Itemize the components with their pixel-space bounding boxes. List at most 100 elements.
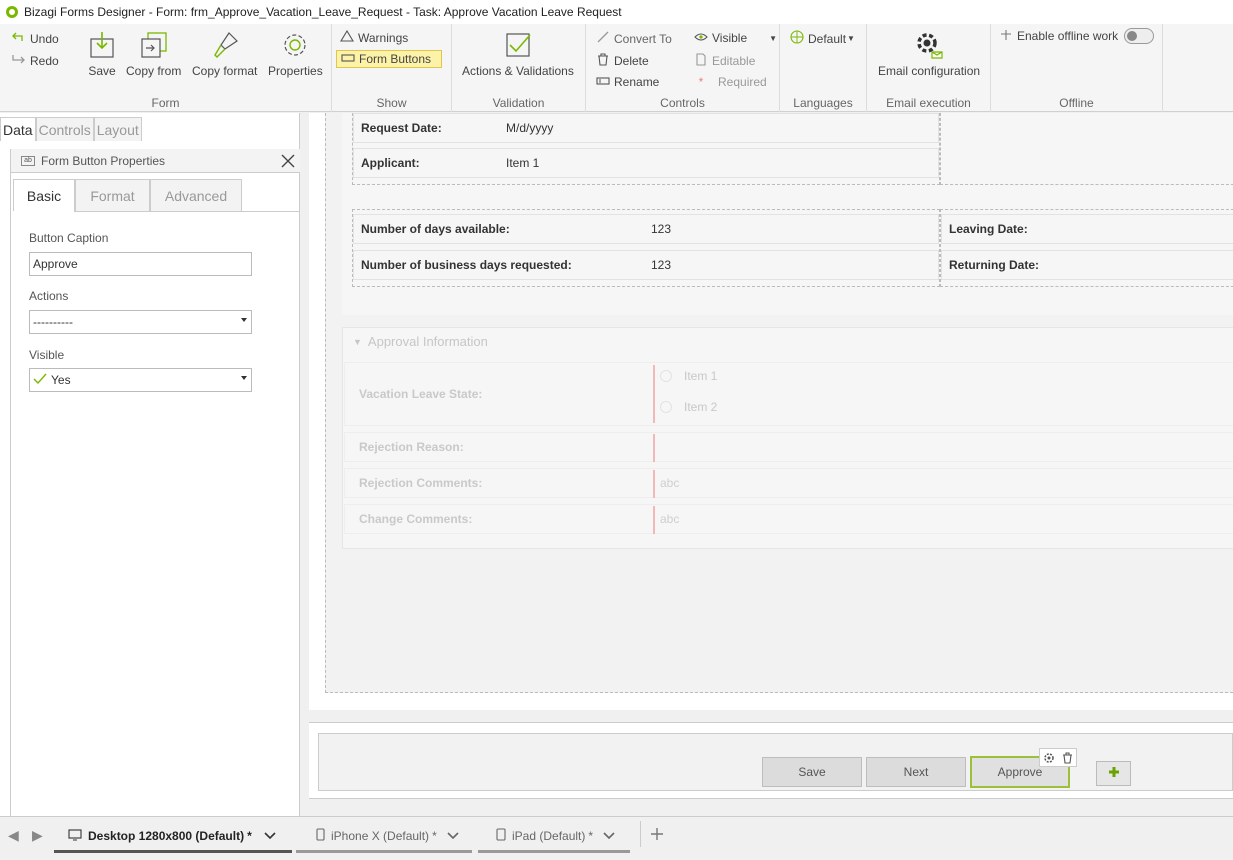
visible-label: Visible [29, 348, 65, 362]
checkmark-icon [33, 373, 47, 388]
warnings-button[interactable]: Warnings [340, 29, 408, 45]
approval-section-header[interactable]: ▼ Approval Information [353, 334, 488, 349]
leaving-date-row[interactable]: Leaving Date: [941, 214, 1233, 244]
tab-layout[interactable]: Layout [93, 117, 142, 141]
email-group: Email configuration Email execution [867, 24, 991, 112]
business-days-row[interactable]: Number of business days requested: 123 [353, 250, 939, 280]
chevron-down-icon: ▼ [769, 33, 778, 43]
next-form-button[interactable]: Next [866, 757, 966, 787]
change-comments-row[interactable]: Change Comments: abc [344, 504, 1233, 534]
tab-basic[interactable]: Basic [13, 179, 75, 211]
chevron-down-icon [447, 829, 459, 843]
language-dropdown[interactable]: Default ▼ [790, 30, 855, 47]
applicant-value: Item 1 [506, 156, 540, 170]
button-mini-toolbar [1039, 748, 1077, 767]
convert-to-button[interactable]: Convert To [596, 31, 672, 46]
rejection-comments-row[interactable]: Rejection Comments: abc [344, 468, 1233, 498]
window-title: Bizagi Forms Designer - Form: frm_Approv… [24, 5, 622, 19]
applicant-row[interactable]: Applicant: Item 1 [353, 148, 939, 178]
save-icon [87, 30, 117, 60]
visible-select[interactable]: Yes [29, 368, 252, 392]
warning-icon [340, 29, 354, 45]
editable-button[interactable]: Editable [694, 53, 755, 69]
form-buttons-icon [341, 52, 355, 66]
rename-icon [596, 75, 610, 89]
properties-header: ab Form Button Properties [11, 149, 300, 173]
chevron-right-icon[interactable]: ▶ [32, 827, 43, 844]
tab-ipad[interactable]: iPad (Default) * [478, 819, 630, 853]
tab-controls[interactable]: Controls [35, 117, 94, 141]
radio-item-2[interactable]: Item 2 [660, 400, 717, 414]
button-caption-input[interactable]: Approve [29, 252, 252, 276]
actions-validations-button[interactable]: Actions & Validations [462, 30, 574, 78]
panel-tabs: Data Controls Layout [0, 117, 142, 141]
request-date-value: M/d/yyyy [506, 121, 554, 135]
redo-button[interactable]: Redo [12, 53, 59, 68]
left-panel: Data Controls Layout ab Form Button Prop… [0, 113, 300, 829]
save-ribbon-button[interactable]: Save [87, 30, 117, 78]
chevron-left-icon[interactable]: ◀ [8, 827, 19, 844]
approval-information-panel: ▼ Approval Information Vacation Leave St… [342, 327, 1233, 549]
properties-button[interactable]: Properties [268, 30, 323, 78]
email-gear-icon [914, 30, 944, 60]
days-available-row[interactable]: Number of days available: 123 [353, 214, 939, 244]
trash-icon [596, 53, 610, 69]
actions-label: Actions [29, 289, 69, 303]
editable-icon [694, 53, 708, 69]
copy-from-button[interactable]: Copy from [126, 30, 181, 78]
days-available-value: 123 [651, 222, 672, 236]
leave-state-row[interactable]: Vacation Leave State: Item 1 Item 2 [344, 362, 1233, 426]
button-caption-label: Button Caption [29, 231, 109, 245]
form-buttons-toggle[interactable]: Form Buttons [336, 50, 443, 68]
rejection-comments-input[interactable]: abc [660, 476, 679, 490]
phone-icon [316, 828, 325, 844]
button-control-icon: ab [21, 155, 35, 166]
undo-button[interactable]: Undo [12, 31, 59, 46]
toggle-switch[interactable] [1124, 28, 1155, 44]
properties-panel: ab Form Button Properties Basic Format A… [10, 149, 300, 829]
tablet-icon [496, 828, 506, 844]
tab-format[interactable]: Format [75, 179, 150, 211]
tab-data[interactable]: Data [0, 117, 36, 141]
actions-select[interactable]: ---------- [29, 310, 252, 334]
tab-iphone[interactable]: iPhone X (Default) * [296, 819, 472, 853]
add-device-tab-button[interactable] [640, 821, 666, 847]
plus-icon [1108, 766, 1120, 781]
tab-desktop[interactable]: Desktop 1280x800 (Default) * [54, 819, 292, 853]
copy-format-button[interactable]: Copy format [192, 30, 257, 78]
languages-group-label: Languages [793, 96, 853, 110]
form-buttons-area: Save Next Approve [309, 722, 1233, 799]
offline-group-label: Offline [1059, 96, 1094, 110]
device-tabs-bar: ◀ ▶ Desktop 1280x800 (Default) * iPhone … [0, 816, 1233, 860]
close-icon[interactable] [280, 153, 296, 169]
gear-icon[interactable] [1040, 749, 1058, 766]
offline-group: Enable offline work Offline [991, 24, 1163, 112]
request-date-row[interactable]: Request Date: M/d/yyyy [353, 113, 939, 143]
monitor-icon [68, 828, 82, 844]
returning-date-row[interactable]: Returning Date: [941, 250, 1233, 280]
trash-icon[interactable] [1058, 749, 1076, 766]
rejection-reason-row[interactable]: Rejection Reason: [344, 432, 1233, 462]
tab-advanced[interactable]: Advanced [150, 179, 242, 211]
required-button[interactable]: * Required [694, 75, 767, 89]
chevron-down-icon [603, 829, 615, 843]
undo-icon [12, 31, 26, 46]
rename-button[interactable]: Rename [596, 75, 659, 89]
save-form-button[interactable]: Save [762, 757, 862, 787]
validation-group-label: Validation [492, 96, 545, 110]
show-group-label: Show [376, 96, 407, 110]
email-configuration-button[interactable]: Email configuration [878, 30, 980, 78]
plus-icon [650, 828, 663, 840]
radio-item-1[interactable]: Item 1 [660, 369, 717, 383]
delete-button[interactable]: Delete [596, 53, 649, 69]
title-bar: Bizagi Forms Designer - Form: frm_Approv… [0, 0, 1233, 24]
add-button[interactable] [1096, 761, 1131, 786]
offline-work-toggle[interactable]: Enable offline work [999, 28, 1155, 44]
offline-icon [999, 29, 1013, 44]
form-canvas: Request Date: M/d/yyyy Applicant: Item 1… [309, 113, 1233, 710]
visible-dropdown[interactable]: Visible ▼ [694, 31, 777, 45]
asterisk-icon: * [698, 75, 704, 89]
form-area: Request Date: M/d/yyyy Applicant: Item 1… [325, 113, 1233, 693]
change-comments-input[interactable]: abc [660, 512, 679, 526]
copy-from-icon [139, 30, 169, 60]
